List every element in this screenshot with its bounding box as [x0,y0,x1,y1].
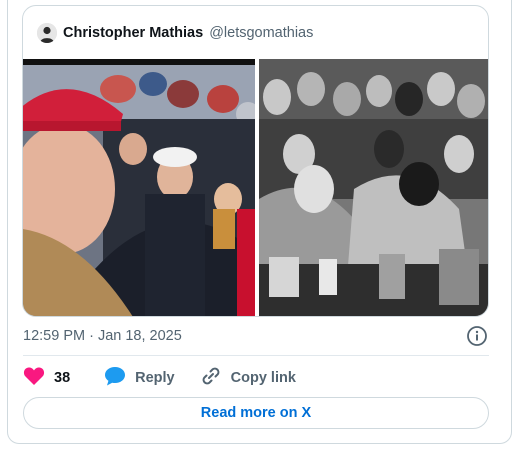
like-count: 38 [54,370,71,386]
like-button[interactable]: 38 [23,366,70,390]
action-bar: 38 Reply Copy link [23,367,296,389]
photo-crowd[interactable] [23,59,255,316]
author-avatar[interactable] [37,23,57,43]
copy-link-button[interactable]: Copy link [200,365,296,391]
author-name[interactable]: Christopher Mathias [63,25,203,41]
speech-bubble-icon [104,366,126,390]
read-more-button[interactable]: Read more on X [23,397,489,429]
link-icon [200,365,222,391]
tweet-timestamp[interactable]: 12:59 PM · Jan 18, 2025 [23,328,182,344]
quoted-tweet[interactable]: Christopher Mathias @letsgomathias [22,5,489,317]
info-icon[interactable] [466,325,488,347]
media-grid [23,59,488,316]
quoted-tweet-header: Christopher Mathias @letsgomathias [37,22,313,44]
heart-icon [23,366,45,390]
copy-link-label: Copy link [230,370,296,386]
reply-label: Reply [135,370,175,386]
reply-button[interactable]: Reply [104,366,175,390]
divider [23,355,489,356]
photo-sit-in[interactable] [259,59,488,316]
author-handle[interactable]: @letsgomathias [209,25,313,41]
